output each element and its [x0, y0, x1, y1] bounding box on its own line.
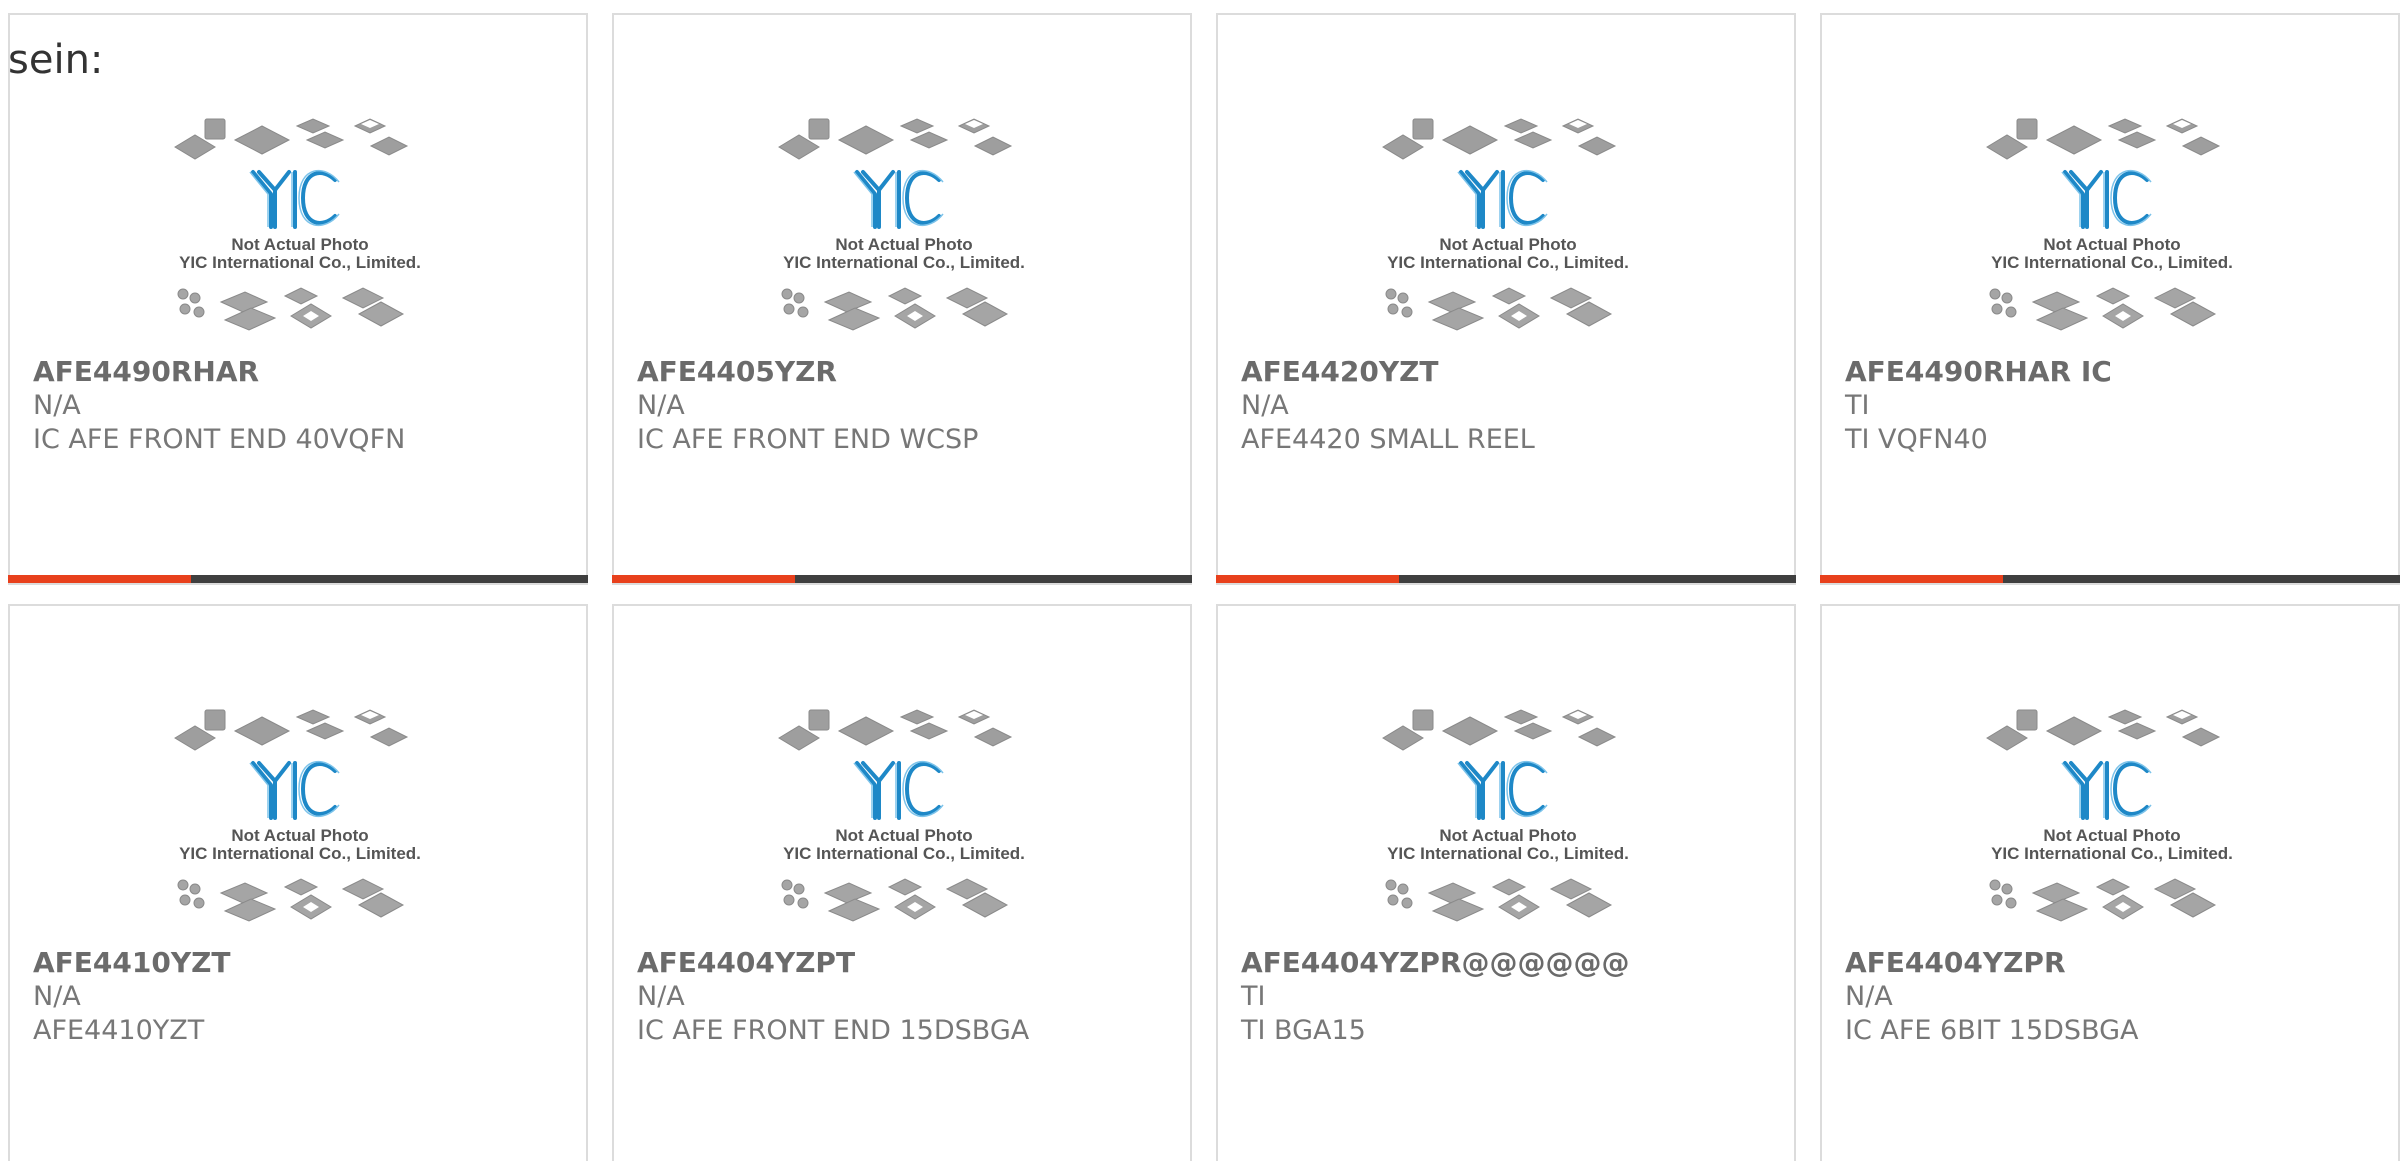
product-info: AFE4404YZPT N/A IC AFE FRONT END 15DSBGA	[637, 946, 1170, 1048]
card-accent-bar	[8, 575, 191, 583]
product-description: AFE4410YZT	[33, 1015, 205, 1046]
not-actual-photo-image: Not Actual Photo YIC International Co., …	[1977, 102, 2247, 352]
svg-text:Not Actual Photo: Not Actual Photo	[1439, 235, 1576, 254]
product-description: TI BGA15	[1241, 1015, 1366, 1046]
part-number[interactable]: AFE4410YZT	[33, 946, 566, 980]
part-number[interactable]: AFE4404YZPR@@@@@@	[1241, 946, 1774, 980]
part-number[interactable]: AFE4490RHAR IC	[1845, 355, 2378, 389]
product-info: AFE4490RHAR IC TI TI VQFN40	[1845, 355, 2378, 457]
product-description: IC AFE FRONT END WCSP	[637, 424, 979, 455]
manufacturer: TI	[1241, 981, 1266, 1012]
not-actual-photo-image: Not Actual Photo YIC International Co., …	[1373, 693, 1643, 943]
product-description: IC AFE 6BIT 15DSBGA	[1845, 1015, 2139, 1046]
manufacturer: N/A	[33, 390, 81, 421]
not-actual-photo-image: Not Actual Photo YIC International Co., …	[165, 693, 435, 943]
product-card[interactable]: Not Actual Photo YIC International Co., …	[1216, 604, 1796, 1161]
svg-text:Not Actual Photo: Not Actual Photo	[835, 235, 972, 254]
svg-text:YIC International Co., Limited: YIC International Co., Limited.	[179, 844, 421, 863]
product-grid: Not Actual Photo YIC International Co., …	[8, 13, 2400, 1161]
product-info: AFE4410YZT N/A AFE4410YZT	[33, 946, 566, 1048]
manufacturer: N/A	[637, 981, 685, 1012]
manufacturer: N/A	[33, 981, 81, 1012]
product-card[interactable]: Not Actual Photo YIC International Co., …	[8, 604, 588, 1161]
svg-text:Not Actual Photo: Not Actual Photo	[2043, 826, 2180, 845]
svg-text:YIC International Co., Limited: YIC International Co., Limited.	[783, 253, 1025, 272]
part-number[interactable]: AFE4404YZPT	[637, 946, 1170, 980]
part-number[interactable]: AFE4490RHAR	[33, 355, 566, 389]
card-accent-bar	[1216, 575, 1399, 583]
product-listing-page: sein: Not Actual Photo YIC International…	[0, 0, 2400, 1161]
card-bottom-bar	[612, 575, 1192, 583]
product-card[interactable]: Not Actual Photo YIC International Co., …	[1820, 604, 2400, 1161]
svg-text:YIC International Co., Limited: YIC International Co., Limited.	[1387, 253, 1629, 272]
lead-text: sein:	[8, 37, 104, 83]
svg-text:Not Actual Photo: Not Actual Photo	[835, 826, 972, 845]
svg-text:Not Actual Photo: Not Actual Photo	[231, 826, 368, 845]
product-card[interactable]: Not Actual Photo YIC International Co., …	[8, 13, 588, 585]
product-card[interactable]: Not Actual Photo YIC International Co., …	[612, 604, 1192, 1161]
not-actual-photo-image: Not Actual Photo YIC International Co., …	[769, 102, 1039, 352]
product-card[interactable]: Not Actual Photo YIC International Co., …	[1820, 13, 2400, 585]
svg-text:YIC International Co., Limited: YIC International Co., Limited.	[1387, 844, 1629, 863]
card-bottom-bar	[8, 575, 588, 583]
product-info: AFE4490RHAR N/A IC AFE FRONT END 40VQFN	[33, 355, 566, 457]
part-number[interactable]: AFE4404YZPR	[1845, 946, 2378, 980]
product-description: TI VQFN40	[1845, 424, 1988, 455]
product-info: AFE4404YZPR N/A IC AFE 6BIT 15DSBGA	[1845, 946, 2378, 1048]
product-card[interactable]: Not Actual Photo YIC International Co., …	[1216, 13, 1796, 585]
not-actual-photo-image: Not Actual Photo YIC International Co., …	[1977, 693, 2247, 943]
product-card[interactable]: Not Actual Photo YIC International Co., …	[612, 13, 1192, 585]
svg-text:Not Actual Photo: Not Actual Photo	[2043, 235, 2180, 254]
manufacturer: TI	[1845, 390, 1870, 421]
product-info: AFE4404YZPR@@@@@@ TI TI BGA15	[1241, 946, 1774, 1048]
card-bottom-bar	[1216, 575, 1796, 583]
product-description: IC AFE FRONT END 15DSBGA	[637, 1015, 1030, 1046]
not-actual-photo-image: Not Actual Photo YIC International Co., …	[165, 102, 435, 352]
product-description: AFE4420 SMALL REEL	[1241, 424, 1535, 455]
not-actual-photo-image: Not Actual Photo YIC International Co., …	[1373, 102, 1643, 352]
svg-text:YIC International Co., Limited: YIC International Co., Limited.	[179, 253, 421, 272]
card-bottom-bar	[1820, 575, 2400, 583]
card-accent-bar	[1820, 575, 2003, 583]
product-info: AFE4420YZT N/A AFE4420 SMALL REEL	[1241, 355, 1774, 457]
svg-text:YIC International Co., Limited: YIC International Co., Limited.	[1991, 253, 2233, 272]
svg-text:YIC International Co., Limited: YIC International Co., Limited.	[783, 844, 1025, 863]
manufacturer: N/A	[637, 390, 685, 421]
svg-text:Not Actual Photo: Not Actual Photo	[1439, 826, 1576, 845]
manufacturer: N/A	[1241, 390, 1289, 421]
product-info: AFE4405YZR N/A IC AFE FRONT END WCSP	[637, 355, 1170, 457]
svg-text:Not Actual Photo: Not Actual Photo	[231, 235, 368, 254]
manufacturer: N/A	[1845, 981, 1893, 1012]
card-accent-bar	[612, 575, 795, 583]
not-actual-photo-image: Not Actual Photo YIC International Co., …	[769, 693, 1039, 943]
svg-text:YIC International Co., Limited: YIC International Co., Limited.	[1991, 844, 2233, 863]
product-description: IC AFE FRONT END 40VQFN	[33, 424, 406, 455]
part-number[interactable]: AFE4420YZT	[1241, 355, 1774, 389]
part-number[interactable]: AFE4405YZR	[637, 355, 1170, 389]
